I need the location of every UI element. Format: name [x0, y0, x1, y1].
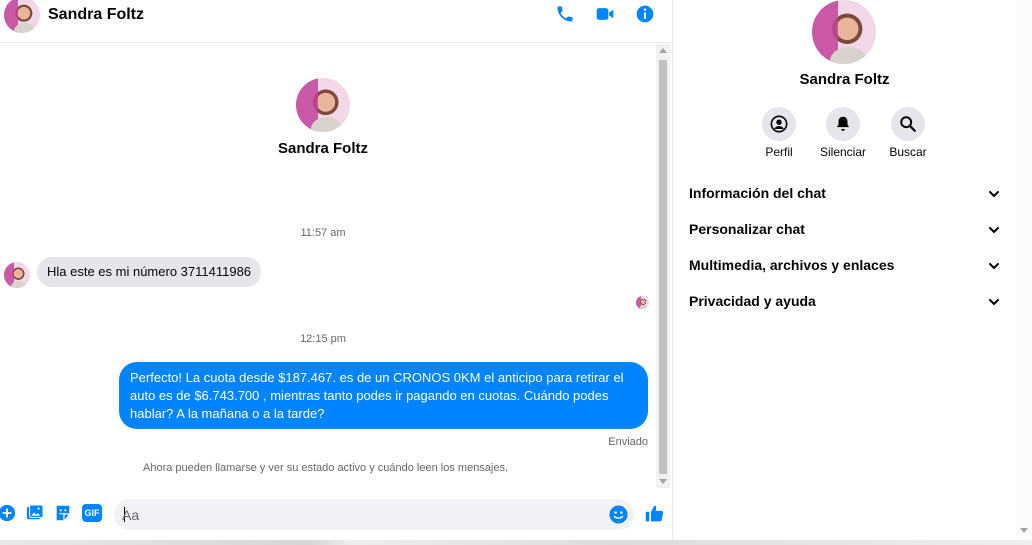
section-label: Multimedia, archivos y enlaces — [689, 257, 895, 273]
profile-label: Perfil — [765, 145, 793, 159]
message-composer: GIF — [0, 495, 672, 535]
section-label: Privacidad y ayuda — [689, 293, 816, 309]
chevron-down-icon — [989, 263, 999, 269]
scrollbar-thumb[interactable] — [659, 60, 667, 474]
contact-avatar[interactable] — [4, 0, 40, 33]
connection-notice: Ahora pueden llamarse y ver su estado ac… — [143, 462, 509, 474]
info-avatar[interactable] — [812, 0, 876, 64]
outgoing-message-bubble[interactable]: Perfecto! La cuota desde $187.467. es de… — [119, 362, 648, 429]
scroll-down-arrow[interactable] — [1020, 528, 1028, 533]
message-input-wrapper[interactable] — [114, 499, 634, 530]
intro-name: Sandra Foltz — [277, 140, 368, 157]
chat-info-panel: Sandra Foltz Perfil Silenciar Buscar Inf… — [673, 0, 1016, 545]
chat-scrollbar[interactable] — [656, 44, 670, 488]
taskbar-edge — [0, 540, 1032, 545]
incoming-message-bubble[interactable]: Hla este es mi número 3711411986 — [37, 257, 262, 287]
section-media-files-links[interactable]: Multimedia, archivos y enlaces — [689, 257, 1001, 281]
timestamp: 11:57 am — [300, 227, 346, 239]
section-label: Información del chat — [689, 185, 826, 201]
search-label: Buscar — [889, 145, 927, 159]
video-icon[interactable] — [595, 4, 615, 24]
profile-icon — [770, 115, 788, 133]
timestamp: 12:15 pm — [300, 333, 346, 345]
chevron-down-icon — [989, 299, 999, 305]
profile-button[interactable]: Perfil — [749, 107, 809, 159]
seen-indicator-avatar — [636, 296, 649, 309]
section-label: Personalizar chat — [689, 221, 805, 237]
image-icon[interactable] — [26, 504, 44, 522]
mute-button-circle[interactable] — [826, 107, 860, 141]
chevron-down-icon — [989, 191, 999, 197]
message-status: Enviado — [608, 436, 648, 448]
emoji-icon[interactable] — [609, 505, 628, 524]
search-button[interactable]: Buscar — [878, 107, 938, 159]
chevron-down-icon — [989, 227, 999, 233]
info-icon[interactable] — [635, 4, 655, 24]
page-scrollbar[interactable] — [1016, 0, 1032, 545]
section-privacy-help[interactable]: Privacidad y ayuda — [689, 293, 1001, 317]
profile-button-circle[interactable] — [762, 107, 796, 141]
info-contact-name: Sandra Foltz — [799, 71, 890, 88]
intro-avatar[interactable] — [296, 78, 350, 132]
mute-label: Silenciar — [819, 145, 867, 159]
search-icon — [900, 116, 916, 132]
messenger-app: Sandra Foltz Sandra Foltz 11:57 am Hla e… — [0, 0, 1032, 545]
chat-header: Sandra Foltz — [0, 0, 672, 43]
like-icon[interactable] — [644, 503, 665, 524]
section-customize-chat[interactable]: Personalizar chat — [689, 221, 1001, 245]
section-chat-info[interactable]: Información del chat — [689, 185, 1001, 209]
search-button-circle[interactable] — [891, 107, 925, 141]
chat-pane: Sandra Foltz Sandra Foltz 11:57 am Hla e… — [0, 0, 673, 545]
message-input[interactable] — [122, 499, 602, 530]
phone-icon[interactable] — [555, 4, 575, 24]
contact-name[interactable]: Sandra Foltz — [48, 6, 144, 24]
plus-icon[interactable] — [0, 504, 16, 522]
gif-label: GIF — [84, 508, 100, 518]
gif-icon[interactable]: GIF — [82, 504, 102, 522]
scroll-up-arrow[interactable] — [659, 48, 667, 53]
scroll-down-arrow[interactable] — [659, 479, 667, 484]
sticker-icon[interactable] — [54, 504, 72, 522]
sender-avatar[interactable] — [4, 262, 30, 288]
bell-icon — [836, 116, 850, 131]
mute-button[interactable]: Silenciar — [813, 107, 873, 159]
